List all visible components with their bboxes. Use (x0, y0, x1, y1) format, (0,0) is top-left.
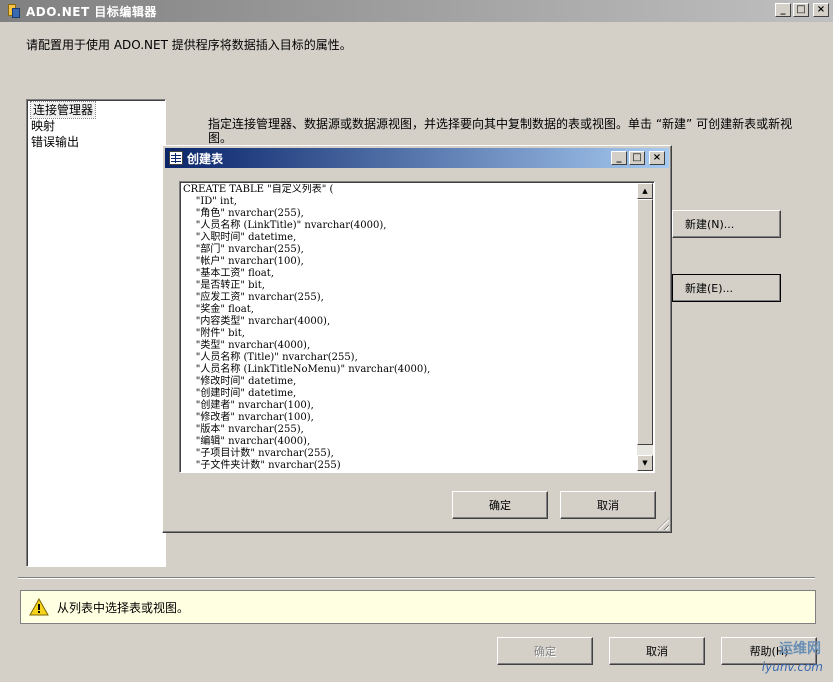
page-description: 请配置用于使用 ADO.NET 提供程序将数据插入目标的属性。 (26, 38, 352, 52)
vertical-scrollbar[interactable]: ▲ ▼ (637, 183, 653, 471)
dialog-cancel-button[interactable]: 取消 (560, 491, 656, 519)
instruction-text: 指定连接管理器、数据源或数据源视图，并选择要向其中复制数据的表或视图。单击 “新… (208, 117, 793, 145)
scroll-thumb[interactable] (637, 199, 653, 445)
warning-icon (29, 598, 49, 616)
watermark-logo: 运维网 iyunv.com (735, 638, 827, 678)
scroll-up-icon[interactable]: ▲ (637, 183, 653, 199)
sql-text: CREATE TABLE "自定义列表" ( "ID" int, "角色" nv… (183, 184, 431, 470)
separator (18, 577, 815, 579)
dialog-title-bar: 创建表 _ □ × (165, 148, 669, 168)
dialog-close-button[interactable]: × (649, 151, 665, 165)
dialog-maximize-button[interactable]: □ (629, 151, 645, 165)
dialog-window-controls: _ □ × (611, 151, 665, 165)
create-table-dialog: 创建表 _ □ × CREATE TABLE "自定义列表" ( "ID" in… (162, 145, 672, 533)
watermark-line2: iyunv.com (761, 660, 823, 674)
dialog-title: 创建表 (187, 151, 224, 166)
app-icon (6, 4, 20, 18)
close-button[interactable]: × (813, 3, 829, 17)
cancel-button[interactable]: 取消 (609, 637, 705, 665)
new-table-button[interactable]: 新建(E)... (672, 274, 781, 302)
maximize-button[interactable]: □ (793, 3, 809, 17)
window-controls: _ □ × (775, 3, 829, 17)
ado-net-destination-editor-window: ADO.NET 目标编辑器 _ □ × 请配置用于使用 ADO.NET 提供程序… (0, 0, 833, 682)
table-icon (169, 151, 183, 165)
status-bar: 从列表中选择表或视图。 (20, 590, 816, 624)
window-title: ADO.NET 目标编辑器 (26, 4, 157, 19)
nav-list: 连接管理器 映射 错误输出 (26, 99, 166, 567)
scroll-down-icon[interactable]: ▼ (637, 455, 653, 471)
nav-item-label: 连接管理器 (29, 101, 97, 119)
nav-item-error-output[interactable]: 错误输出 (31, 134, 161, 150)
dialog-ok-button[interactable]: 确定 (452, 491, 548, 519)
new-connection-button[interactable]: 新建(N)... (672, 210, 781, 238)
dialog-minimize-button[interactable]: _ (611, 151, 627, 165)
status-message: 从列表中选择表或视图。 (57, 600, 190, 615)
nav-item-mappings[interactable]: 映射 (31, 118, 161, 134)
resize-grip-icon[interactable] (657, 518, 669, 530)
ok-button[interactable]: 确定 (497, 637, 593, 665)
sql-textbox[interactable]: CREATE TABLE "自定义列表" ( "ID" int, "角色" nv… (179, 181, 655, 473)
nav-item-connection-manager[interactable]: 连接管理器 (29, 101, 161, 119)
watermark-line1: 运维网 (779, 641, 821, 657)
minimize-button[interactable]: _ (775, 3, 791, 17)
title-bar: ADO.NET 目标编辑器 _ □ × (0, 0, 833, 22)
